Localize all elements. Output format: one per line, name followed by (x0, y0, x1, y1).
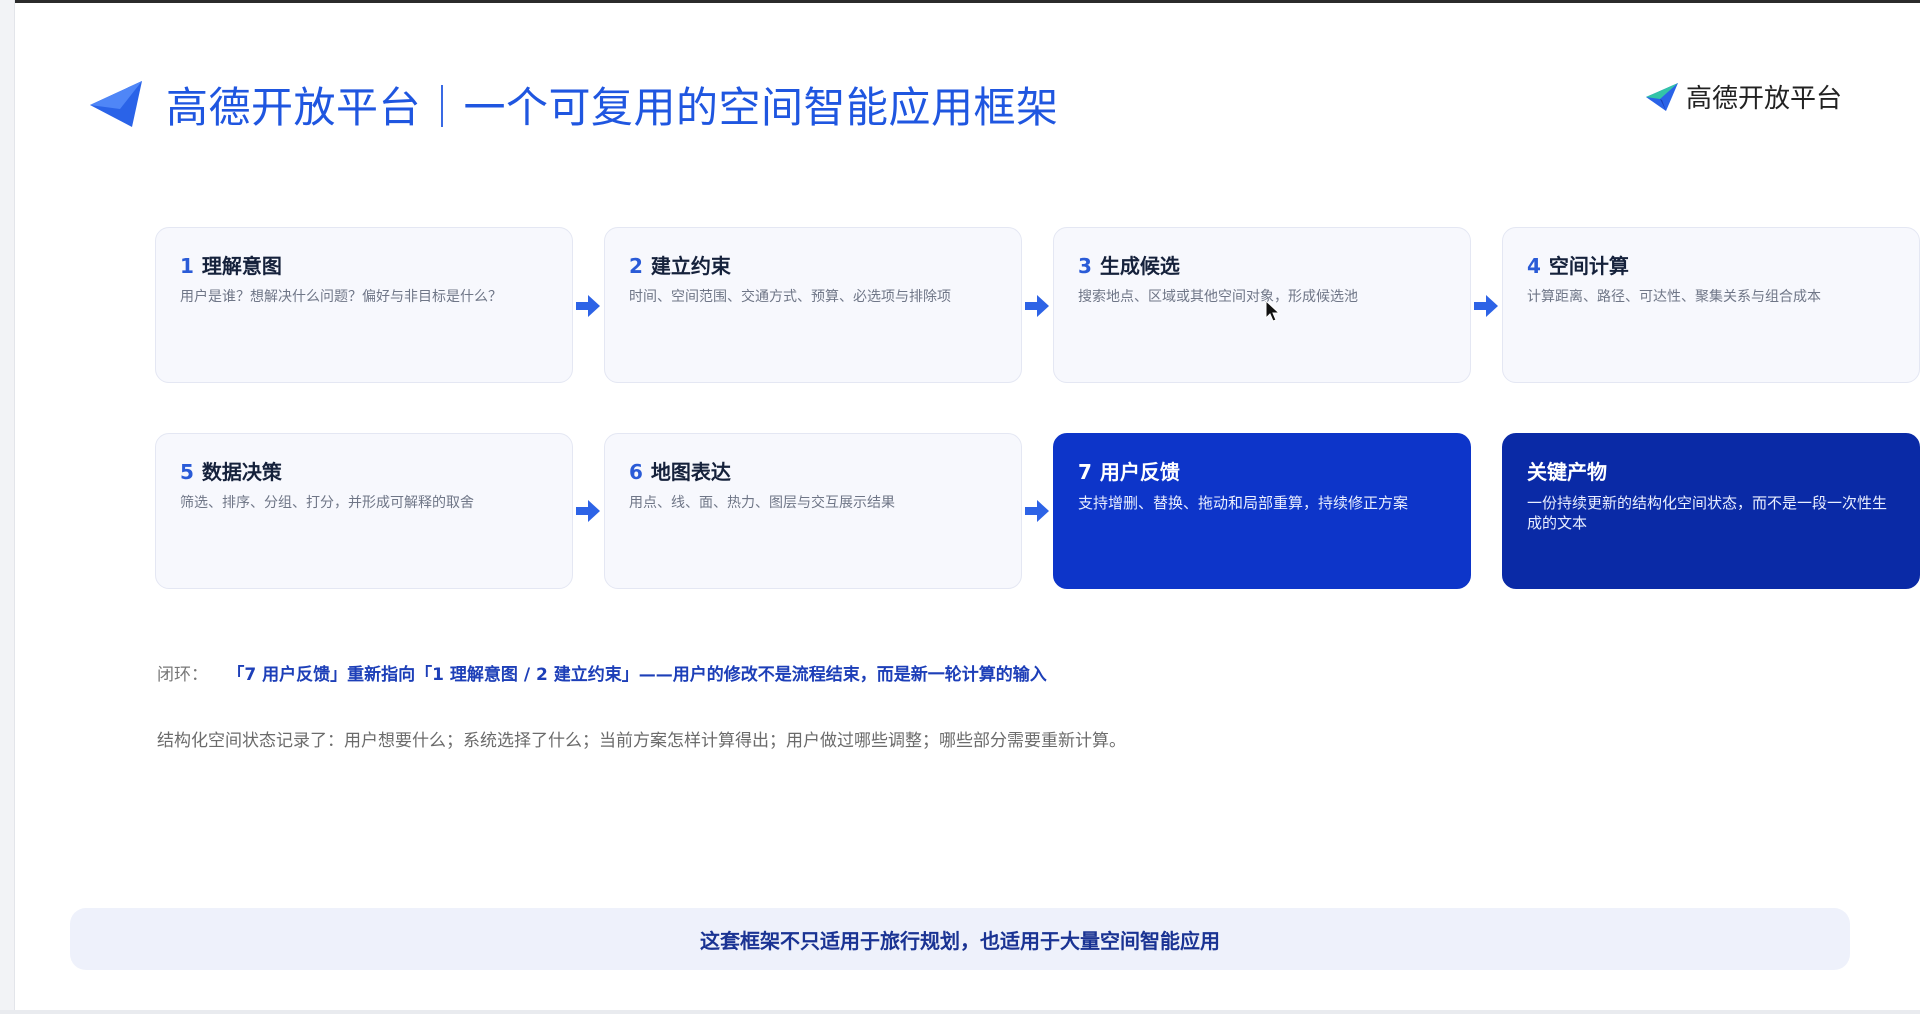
bottom-banner: 这套框架不只适用于旅行规划，也适用于大量空间智能应用 (70, 908, 1850, 970)
brand-logo-text: 高德开放平台 (1685, 84, 1842, 114)
loop-text: 「7 用户反馈」重新指向「1 理解意图 / 2 建立约束」——用户的修改不是流程… (227, 665, 1047, 685)
brand-logo: 高德开放平台 (1644, 78, 1842, 115)
step-card-1: 1 理解意图 用户是谁？想解决什么问题？偏好与非目标是什么？ (155, 227, 573, 383)
feedback-loop-note: 闭环： 「7 用户反馈」重新指向「1 理解意图 / 2 建立约束」——用户的修改… (157, 660, 1047, 685)
step-number: 4 (1527, 254, 1541, 278)
arrow-right-icon (1025, 295, 1049, 317)
step-description: 用户是谁？想解决什么问题？偏好与非目标是什么？ (180, 289, 502, 305)
step-title: 理解意图 (201, 254, 282, 278)
step-card-7: 7 用户反馈 支持增删、替换、拖动和局部重算，持续修正方案 (1053, 433, 1471, 589)
arrow-right-icon (1025, 500, 1049, 522)
step-title: 生成候选 (1099, 254, 1180, 278)
step-number: 1 (180, 254, 194, 278)
banner-text: 这套框架不只适用于旅行规划，也适用于大量空间智能应用 (700, 928, 1220, 953)
step-title: 数据决策 (201, 460, 282, 484)
step-description: 支持增删、替换、拖动和局部重算，持续修正方案 (1078, 494, 1409, 512)
window-left-edge (0, 0, 15, 1014)
window-bottom-edge (0, 1010, 1920, 1014)
key-output-title: 关键产物 (1527, 460, 1607, 484)
step-card-6: 6 地图表达 用点、线、面、热力、图层与交互展示结果 (604, 433, 1022, 589)
step-card-2: 2 建立约束 时间、空间范围、交通方式、预算、必选项与排除项 (604, 227, 1022, 383)
step-number: 2 (629, 254, 643, 278)
arrow-right-icon (576, 295, 600, 317)
step-title: 空间计算 (1548, 254, 1629, 278)
step-card-4: 4 空间计算 计算距离、路径、可达性、聚集关系与组合成本 (1502, 227, 1920, 383)
step-description: 时间、空间范围、交通方式、预算、必选项与排除项 (629, 289, 951, 305)
step-card-3: 3 生成候选 搜索地点、区域或其他空间对象，形成候选池 (1053, 227, 1471, 383)
triangle-arrow-icon (90, 81, 142, 127)
step-title: 用户反馈 (1099, 460, 1180, 484)
step-description: 用点、线、面、热力、图层与交互展示结果 (629, 495, 895, 511)
slide-header: 高德开放平台｜一个可复用的空间智能应用框架 (88, 74, 1059, 134)
key-output-card: 关键产物 一份持续更新的结构化空间状态，而不是一段一次性生成的文本 (1502, 433, 1920, 589)
step-description: 筛选、排序、分组、打分，并形成可解释的取舍 (180, 495, 474, 511)
slide: 高德开放平台｜一个可复用的空间智能应用框架 高德开放平台 1 理解意图 用户是谁… (0, 0, 1920, 1014)
key-output-description: 一份持续更新的结构化空间状态，而不是一段一次性生成的文本 (1527, 494, 1888, 532)
step-description: 计算距离、路径、可达性、聚集关系与组合成本 (1527, 289, 1821, 305)
paper-plane-logo-icon (1645, 82, 1678, 111)
page-title: 高德开放平台｜一个可复用的空间智能应用框架 (166, 82, 1059, 132)
loop-label: 闭环： (157, 665, 208, 685)
arrow-right-icon (576, 500, 600, 522)
window-top-edge (0, 0, 1920, 3)
step-number: 3 (1078, 254, 1092, 278)
step-number: 5 (180, 460, 194, 484)
step-description: 搜索地点、区域或其他空间对象，形成候选池 (1078, 289, 1358, 305)
state-record-note: 结构化空间状态记录了：用户想要什么；系统选择了什么；当前方案怎样计算得出；用户做… (157, 731, 1126, 751)
step-card-5: 5 数据决策 筛选、排序、分组、打分，并形成可解释的取舍 (155, 433, 573, 589)
step-number: 7 (1078, 460, 1092, 484)
step-number: 6 (629, 460, 643, 484)
mouse-cursor-icon (1265, 300, 1281, 322)
step-title: 建立约束 (650, 254, 731, 278)
step-title: 地图表达 (650, 460, 731, 484)
arrow-right-icon (1474, 295, 1498, 317)
